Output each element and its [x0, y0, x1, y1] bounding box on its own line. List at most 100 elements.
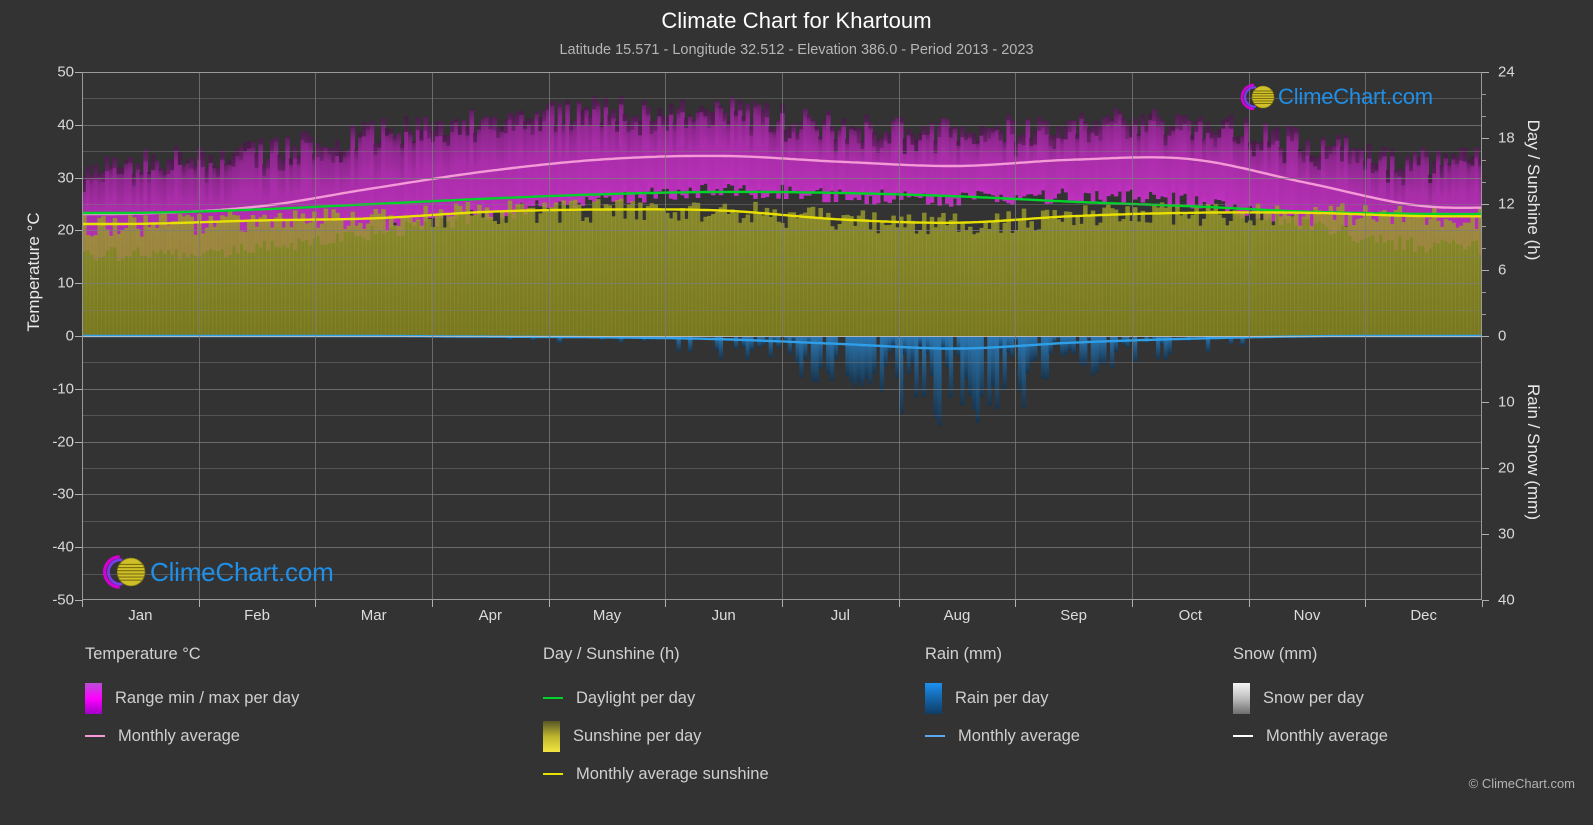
y-axis-tick-left: 50 — [57, 63, 74, 81]
legend-heading: Temperature °C — [85, 645, 201, 663]
x-axis-tick-jul: Jul — [830, 607, 850, 624]
y-axis-tickmark-right — [1482, 72, 1489, 73]
watermark-logo-text: ClimeChart.com — [1278, 84, 1433, 109]
x-axis-tick-aug: Aug — [943, 607, 971, 624]
y-axis-tickmark-left — [75, 124, 82, 126]
y-axis-tickmark-left — [75, 336, 82, 337]
y-axis-tickmark-right-minor — [1482, 292, 1486, 293]
legend-group-rain: Rain (mm) Rain per day Monthly average — [925, 645, 1080, 755]
y-axis-tickmark-right — [1482, 138, 1489, 139]
y-axis-tick-left: -40 — [52, 538, 74, 556]
swatch-temperature-average — [85, 735, 105, 737]
grid-line-vertical — [432, 72, 433, 600]
swatch-daylight — [543, 697, 563, 699]
legend-heading: Rain (mm) — [925, 645, 1002, 663]
legend-item[interactable]: Monthly average — [1233, 717, 1388, 755]
climechart-logo-icon — [1240, 83, 1275, 111]
y-axis-tickmark-right-minor — [1482, 226, 1486, 227]
grid-line-vertical — [548, 72, 550, 600]
x-axis-tickmark — [315, 600, 317, 607]
legend: Temperature °C Range min / max per day M… — [0, 645, 1593, 825]
swatch-snow — [1233, 682, 1250, 714]
x-axis-tick-may: May — [592, 607, 622, 624]
x-axis-tickmark — [1365, 600, 1367, 607]
y-axis-tickmark-left — [75, 600, 82, 601]
watermark-logo-bottom: ClimeChart.com — [92, 550, 334, 594]
swatch-rain — [925, 682, 942, 714]
legend-item[interactable]: Monthly average — [85, 717, 299, 755]
legend-item[interactable]: Snow per day — [1233, 679, 1388, 717]
legend-item[interactable]: Monthly average sunshine — [543, 755, 769, 793]
y-axis-tickmark-left — [75, 177, 82, 179]
grid-line-vertical — [1132, 72, 1133, 600]
legend-item-label: Monthly average — [118, 726, 240, 745]
y-axis-label-right-rain: Rain / Snow (mm) — [1524, 383, 1543, 521]
y-axis-tick-left: 0 — [65, 327, 74, 345]
x-axis-tickmark — [82, 600, 83, 607]
x-axis-tickmark — [1015, 600, 1017, 607]
swatch-sunshine — [543, 720, 560, 752]
y-axis-tick-left: 40 — [57, 116, 74, 134]
x-axis-tickmark — [1248, 600, 1250, 607]
y-axis-tick-left: -30 — [52, 485, 74, 503]
y-axis-tick-right-rain: 40 — [1498, 591, 1515, 609]
plot-area — [82, 72, 1482, 600]
y-axis-tickmark-left — [75, 388, 82, 390]
y-axis-tickmark-right — [1482, 534, 1489, 535]
legend-item[interactable]: Rain per day — [925, 679, 1080, 717]
x-axis-tick-apr: Apr — [478, 607, 502, 624]
legend-item-label: Monthly average — [1266, 726, 1388, 745]
y-axis-tickmark-right-minor — [1482, 314, 1486, 315]
x-axis-tick-oct: Oct — [1178, 607, 1202, 624]
page-title: Climate Chart for Khartoum — [661, 8, 932, 33]
x-axis-tickmark — [898, 600, 900, 607]
y-axis-tickmark-right-minor — [1482, 116, 1486, 117]
legend-item-label: Rain per day — [955, 688, 1049, 707]
x-axis-tickmark — [198, 600, 200, 607]
y-axis-tickmark-left — [75, 547, 82, 549]
swatch-sunshine-average — [543, 773, 563, 775]
y-axis-tickmark-left — [75, 230, 82, 232]
y-axis-tickmark-left — [75, 494, 82, 496]
y-axis-tick-left: 30 — [57, 169, 74, 187]
legend-item-label: Monthly average sunshine — [576, 764, 769, 783]
y-axis-tickmark-right — [1482, 270, 1489, 271]
grid-line-vertical — [665, 72, 667, 600]
legend-item-label: Range min / max per day — [115, 688, 300, 707]
y-axis-tickmark-left — [75, 72, 82, 73]
y-axis-tickmark-right — [1482, 468, 1489, 469]
watermark-logo-top: ClimeChart.com — [1232, 80, 1433, 114]
y-axis-tickmark-right — [1482, 336, 1489, 337]
x-axis-tick-feb: Feb — [244, 607, 270, 624]
y-axis-tick-left: -20 — [52, 433, 74, 451]
grid-line-vertical — [1365, 72, 1367, 600]
x-axis-tick-jan: Jan — [128, 607, 153, 624]
legend-group-temperature: Temperature °C Range min / max per day M… — [85, 645, 299, 755]
legend-item-label: Daylight per day — [576, 688, 696, 707]
legend-item[interactable]: Daylight per day — [543, 679, 769, 717]
y-axis-tickmark-right-minor — [1482, 248, 1486, 249]
y-axis-label-left: Temperature °C — [24, 212, 43, 332]
x-axis-tickmark — [782, 600, 783, 607]
x-axis-tick-mar: Mar — [360, 607, 387, 624]
legend-item[interactable]: Sunshine per day — [543, 717, 769, 755]
y-axis-tick-left: 20 — [57, 221, 74, 239]
y-axis-tick-left: -50 — [52, 591, 74, 609]
climechart-logo-icon — [103, 555, 146, 589]
legend-item[interactable]: Monthly average — [925, 717, 1080, 755]
legend-item[interactable]: Range min / max per day — [85, 679, 299, 717]
swatch-rain-average — [925, 735, 945, 737]
page-subtitle: Latitude 15.571 - Longitude 32.512 - Ele… — [559, 42, 1034, 58]
legend-group-snow: Snow (mm) Snow per day Monthly average — [1233, 645, 1388, 755]
swatch-temperature-range — [85, 682, 102, 714]
y-axis-tick-left: -10 — [52, 380, 74, 398]
rain-per-day-bars — [446, 336, 1310, 427]
copyright-text: © ClimeChart.com — [1468, 776, 1575, 791]
x-axis-tick-jun: Jun — [711, 607, 736, 624]
x-axis-tick-sep: Sep — [1060, 607, 1087, 624]
x-axis-tickmark — [665, 600, 667, 607]
y-axis-tick-left: 10 — [57, 274, 74, 292]
y-axis-tickmark-right — [1482, 402, 1489, 403]
x-axis-tickmark — [1132, 600, 1133, 607]
legend-heading: Day / Sunshine (h) — [543, 645, 680, 663]
